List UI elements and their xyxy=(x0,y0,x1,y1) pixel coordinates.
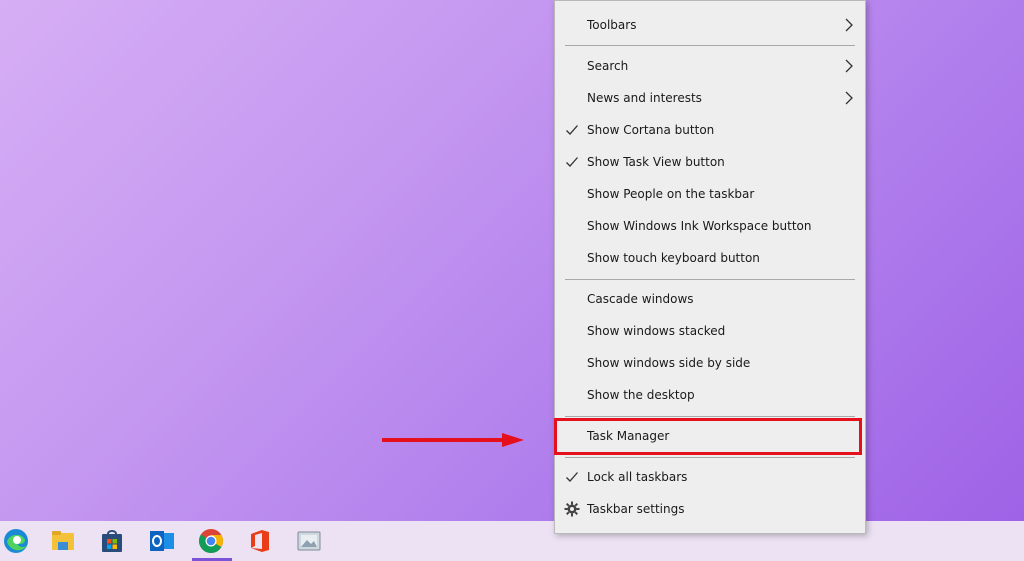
menu-item-label: Taskbar settings xyxy=(587,502,685,516)
menu-item-show-touch-keyboard[interactable]: Show touch keyboard button xyxy=(555,242,865,274)
menu-item-show-the-desktop[interactable]: Show the desktop xyxy=(555,379,865,411)
menu-item-news-and-interests[interactable]: News and interests xyxy=(555,82,865,114)
menu-item-lock-all-taskbars[interactable]: Lock all taskbars xyxy=(555,461,865,493)
gear-icon xyxy=(564,501,580,517)
menu-item-show-cortana-button[interactable]: Show Cortana button xyxy=(555,114,865,146)
menu-item-show-task-view-button[interactable]: Show Task View button xyxy=(555,146,865,178)
task-manager-highlight-box xyxy=(554,418,862,455)
microsoft-store-icon[interactable] xyxy=(90,521,134,561)
chrome-icon[interactable] xyxy=(189,521,233,561)
menu-item-label: Show the desktop xyxy=(587,388,695,402)
menu-separator xyxy=(565,45,855,46)
menu-item-label: Show touch keyboard button xyxy=(587,251,760,265)
menu-item-label: Search xyxy=(587,59,629,73)
chevron-right-icon xyxy=(845,59,853,73)
chevron-right-icon xyxy=(845,91,853,105)
desktop-background[interactable] xyxy=(0,0,1024,561)
menu-item-show-people[interactable]: Show People on the taskbar xyxy=(555,178,865,210)
menu-item-label: News and interests xyxy=(587,91,702,105)
menu-separator xyxy=(565,457,855,458)
menu-item-label: Toolbars xyxy=(587,18,637,32)
menu-item-show-windows-ink[interactable]: Show Windows Ink Workspace button xyxy=(555,210,865,242)
menu-separator xyxy=(565,416,855,417)
menu-item-label: Show windows side by side xyxy=(587,356,751,370)
red-arrow-icon xyxy=(382,433,524,447)
menu-item-label: Show Windows Ink Workspace button xyxy=(587,219,812,233)
checkmark-icon xyxy=(566,157,578,167)
menu-item-label: Lock all taskbars xyxy=(587,470,688,484)
menu-item-label: Show windows stacked xyxy=(587,324,726,338)
menu-item-label: Show People on the taskbar xyxy=(587,187,755,201)
photos-icon[interactable] xyxy=(287,521,331,561)
chevron-right-icon xyxy=(845,18,853,32)
menu-item-show-windows-side-by-side[interactable]: Show windows side by side xyxy=(555,347,865,379)
taskbar[interactable] xyxy=(0,521,1024,561)
file-explorer-icon[interactable] xyxy=(41,521,85,561)
outlook-icon[interactable] xyxy=(140,521,184,561)
menu-item-label: Show Task View button xyxy=(587,155,725,169)
menu-item-cascade-windows[interactable]: Cascade windows xyxy=(555,283,865,315)
checkmark-icon xyxy=(566,125,578,135)
menu-item-toolbars[interactable]: Toolbars xyxy=(555,9,865,41)
office-icon[interactable] xyxy=(238,521,282,561)
edge-icon[interactable] xyxy=(0,521,38,561)
menu-item-show-windows-stacked[interactable]: Show windows stacked xyxy=(555,315,865,347)
menu-item-search[interactable]: Search xyxy=(555,50,865,82)
menu-item-label: Show Cortana button xyxy=(587,123,715,137)
menu-item-taskbar-settings[interactable]: Taskbar settings xyxy=(555,493,865,525)
checkmark-icon xyxy=(566,472,578,482)
menu-item-label: Cascade windows xyxy=(587,292,694,306)
menu-separator xyxy=(565,279,855,280)
